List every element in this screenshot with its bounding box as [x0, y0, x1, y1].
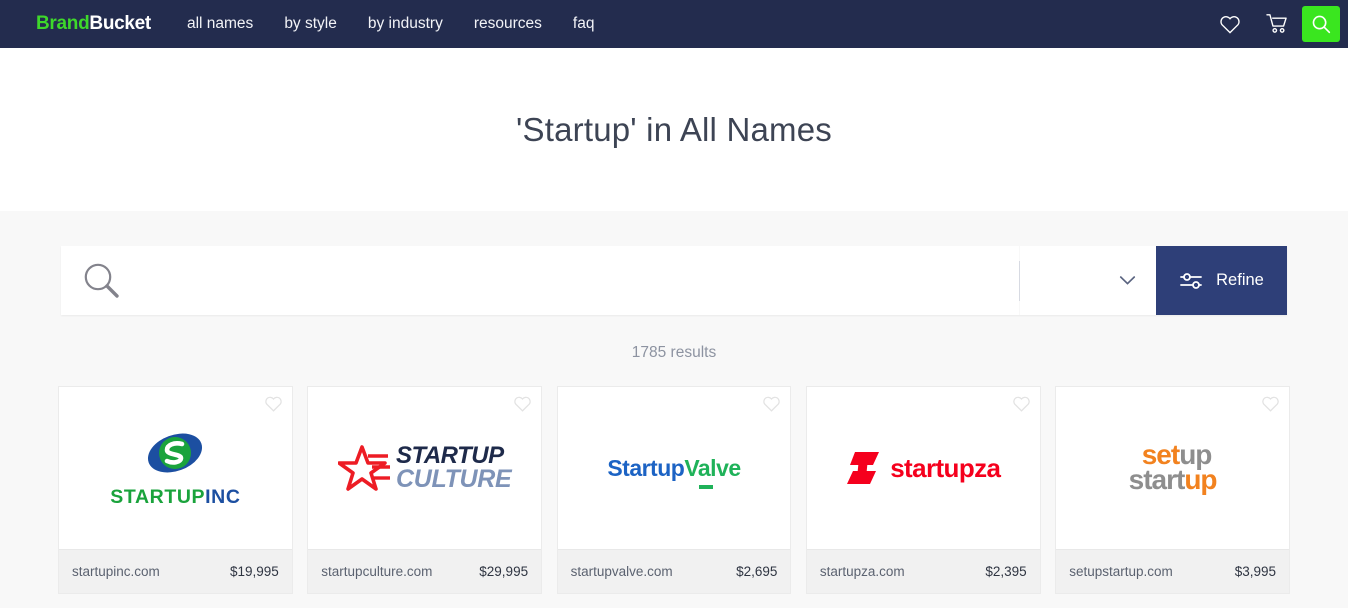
card-wishlist-button[interactable] [264, 395, 283, 417]
brand-logo-part1: Brand [36, 13, 90, 34]
navbar-actions [1206, 0, 1348, 48]
domain-card[interactable]: STARTUP CULTURE startupculture.com $29,9… [307, 386, 543, 594]
navbar-search-button[interactable] [1302, 6, 1340, 42]
card-logo-text-part2: Valve [684, 454, 741, 481]
card-logo-text-part3: start [1128, 464, 1186, 495]
card-logo-text-part1: Startup [607, 454, 685, 481]
primary-nav: all names by style by industry resources… [187, 15, 594, 33]
card-logo: StartupValve [558, 387, 791, 549]
star-mark-icon [337, 445, 390, 491]
card-wishlist-button[interactable] [1261, 395, 1280, 417]
card-price: $19,995 [229, 564, 279, 579]
nav-item-by-industry[interactable]: by industry [368, 15, 443, 33]
card-wishlist-button[interactable] [513, 395, 532, 417]
results-count: 1785 results [631, 344, 717, 361]
domain-card[interactable]: setup startup setupstartup.com $3,995 [1055, 386, 1290, 594]
card-wishlist-button[interactable] [1012, 395, 1031, 417]
card-domain: startupza.com [819, 564, 905, 579]
heart-icon [1262, 396, 1279, 412]
card-logo: setup startup [1056, 387, 1289, 549]
refine-button-label: Refine [1216, 271, 1264, 289]
startupinc-mark-icon [148, 433, 203, 473]
card-price: $3,995 [1234, 564, 1276, 579]
search-filter-select[interactable] [1020, 246, 1156, 315]
card-footer: startupza.com $2,395 [806, 549, 1040, 593]
nav-item-resources[interactable]: resources [474, 15, 542, 33]
heart-icon [514, 396, 531, 412]
card-wishlist-button[interactable] [762, 395, 781, 417]
search-bar: Refine [61, 246, 1287, 315]
card-logo: STARTUP CULTURE [308, 387, 541, 549]
card-logo-text-part2: INC [205, 486, 241, 508]
card-footer: startupvalve.com $2,695 [557, 549, 791, 593]
card-price: $29,995 [479, 564, 529, 579]
heart-icon [265, 396, 282, 412]
domain-card[interactable]: STARTUPINC startupinc.com $19,995 [58, 386, 293, 594]
card-price: $2,395 [985, 564, 1027, 579]
domain-card[interactable]: StartupValve startupvalve.com $2,695 [556, 386, 792, 594]
search-input[interactable] [138, 270, 1019, 291]
brand-logo-part2: Bucket [89, 13, 151, 34]
sliders-icon [1180, 272, 1203, 289]
card-domain: startupvalve.com [570, 564, 673, 579]
startupza-mark-icon [847, 452, 880, 484]
card-logo-text-part4: up [1184, 464, 1217, 495]
cart-icon [1266, 14, 1287, 33]
logo-underline-accent [699, 484, 714, 489]
card-logo: startupza [807, 387, 1040, 549]
refine-button[interactable]: Refine [1156, 246, 1287, 315]
search-icon [82, 261, 122, 301]
heart-icon [763, 396, 781, 412]
card-logo-text-part1: startupza [890, 452, 1001, 483]
top-navbar: BrandBucket all names by style by indust… [0, 0, 1348, 48]
card-domain: startupinc.com [72, 564, 160, 579]
results-grid: STARTUPINC startupinc.com $19,995 STARTU… [58, 386, 1290, 594]
hero-section: 'Startup' in All Names [0, 48, 1348, 211]
brand-logo[interactable]: BrandBucket [36, 13, 151, 35]
results-section: Refine 1785 results STARTUPINC startupin… [0, 211, 1348, 594]
heart-icon [1012, 396, 1030, 412]
card-logo-text-part2: CULTURE [395, 464, 512, 493]
wishlist-button[interactable] [1206, 0, 1254, 48]
nav-item-faq[interactable]: faq [573, 15, 595, 33]
nav-item-by-style[interactable]: by style [284, 15, 337, 33]
domain-card[interactable]: startupza startupza.com $2,395 [805, 386, 1041, 594]
search-field-container[interactable] [61, 246, 1019, 315]
page-title: 'Startup' in All Names [516, 110, 832, 148]
card-domain: setupstartup.com [1069, 564, 1173, 579]
card-footer: startupinc.com $19,995 [59, 549, 292, 593]
card-footer: setupstartup.com $3,995 [1056, 549, 1289, 593]
nav-item-all-names[interactable]: all names [187, 15, 253, 33]
cart-button[interactable] [1254, 0, 1302, 48]
card-logo: STARTUPINC [59, 387, 292, 549]
card-domain: startupculture.com [321, 564, 433, 579]
search-icon [1312, 15, 1330, 33]
heart-icon [1220, 16, 1240, 34]
card-logo-text-part1: STARTUP [110, 486, 206, 508]
card-price: $2,695 [736, 564, 778, 579]
card-footer: startupculture.com $29,995 [308, 549, 542, 593]
chevron-down-icon [1119, 276, 1136, 285]
